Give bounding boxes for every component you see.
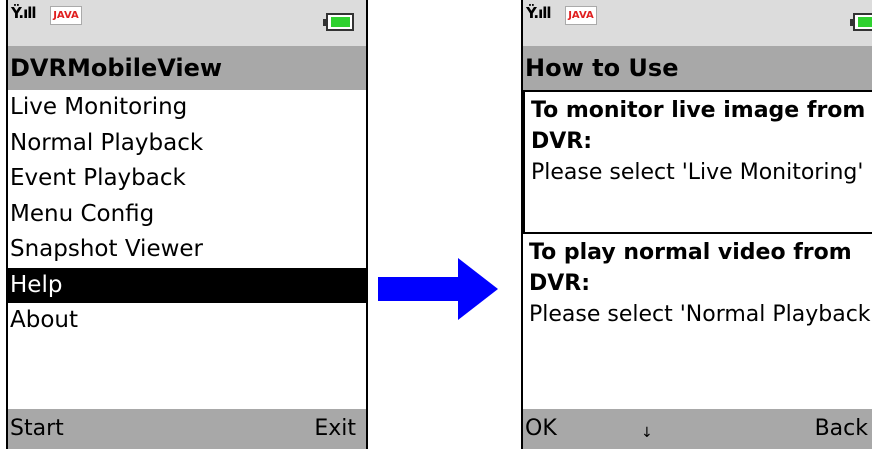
signal-strength-icon: Ÿ.ıll xyxy=(526,4,551,22)
main-menu: Live Monitoring Normal Playback Event Pl… xyxy=(8,90,366,339)
menu-item-normal-playback[interactable]: Normal Playback xyxy=(8,126,366,162)
menu-item-menu-config[interactable]: Menu Config xyxy=(8,197,366,233)
menu-item-event-playback[interactable]: Event Playback xyxy=(8,161,366,197)
back-softkey[interactable]: Back xyxy=(815,409,868,449)
help-body: Please select 'Live Monitoring' xyxy=(531,160,864,185)
menu-item-about[interactable]: About xyxy=(8,303,366,339)
start-softkey[interactable]: Start xyxy=(10,409,64,449)
help-section-playback[interactable]: To play normal video from DVR: Please se… xyxy=(523,234,872,330)
menu-item-live-monitoring[interactable]: Live Monitoring xyxy=(8,90,366,126)
left-phone-screen: Ÿ.ıll JAVA DVRMobileView Live Monitoring… xyxy=(6,0,368,449)
softkey-bar: OK ↓ Back xyxy=(523,409,872,449)
battery-icon xyxy=(850,13,872,31)
exit-softkey[interactable]: Exit xyxy=(314,409,356,449)
signal-strength-icon: Ÿ.ıll xyxy=(11,4,36,22)
arrow-right-icon xyxy=(378,258,498,320)
help-section-live[interactable]: To monitor live image from DVR: Please s… xyxy=(523,90,872,234)
battery-icon xyxy=(323,13,354,31)
status-bar: Ÿ.ıll JAVA xyxy=(8,0,366,46)
java-badge-icon: JAVA xyxy=(50,6,82,25)
right-phone-screen: Ÿ.ıll JAVA How to Use To monitor live im… xyxy=(521,0,872,449)
menu-item-help[interactable]: Help xyxy=(8,267,366,303)
status-bar: Ÿ.ıll JAVA xyxy=(523,0,872,46)
help-body: Please select 'Normal Playback' xyxy=(529,302,872,327)
help-content: To monitor live image from DVR: Please s… xyxy=(523,90,872,330)
softkey-bar: Start Exit xyxy=(8,409,366,449)
help-heading: To play normal video from DVR: xyxy=(529,240,852,296)
ok-softkey[interactable]: OK xyxy=(525,409,557,449)
menu-item-snapshot-viewer[interactable]: Snapshot Viewer xyxy=(8,232,366,268)
help-heading: To monitor live image from DVR: xyxy=(531,98,866,154)
app-title: DVRMobileView xyxy=(8,46,366,90)
java-badge-icon: JAVA xyxy=(565,6,597,25)
screen-title: How to Use xyxy=(523,46,872,90)
scroll-down-icon: ↓ xyxy=(641,425,653,441)
